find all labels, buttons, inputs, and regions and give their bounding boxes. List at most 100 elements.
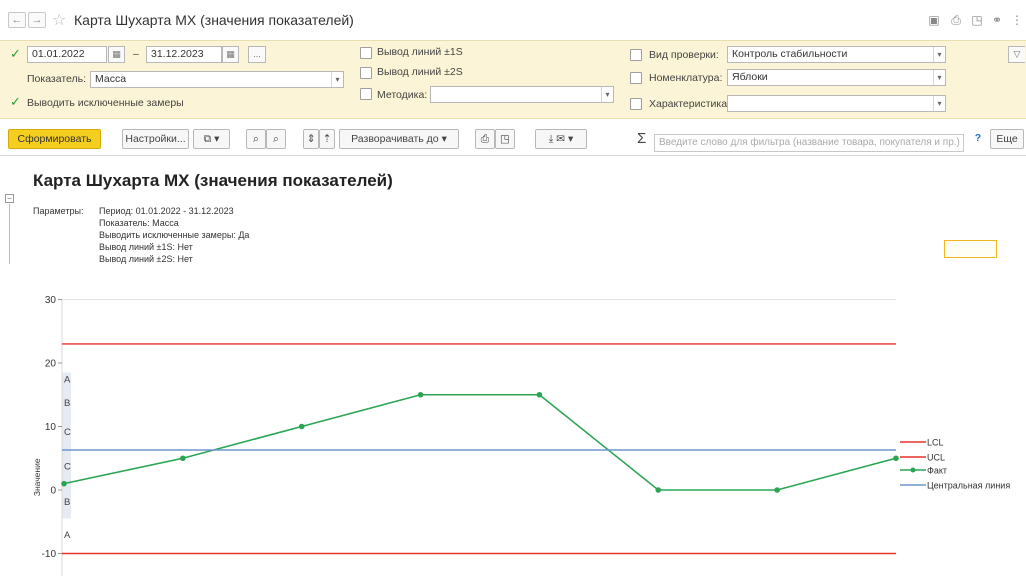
settings-button[interactable]: Настройки... [122,129,189,149]
funnel-icon: ▽ [1013,49,1021,59]
date-separator: – [133,48,139,60]
search-icon: ⌕ [253,133,259,145]
expand-to-button[interactable]: Разворачивать до ▾ [339,129,459,149]
method-field[interactable]: ▾ [430,86,614,103]
arrow-left-icon: ← [11,14,23,26]
exclude-checkbox[interactable]: ✓ [10,95,22,108]
data-point [61,480,67,487]
more-button[interactable]: Еще [990,129,1024,149]
chevron-down-icon[interactable]: ▾ [933,96,945,111]
zone-label: C [64,461,71,472]
print-preview-button[interactable]: ◳ [495,129,515,149]
control-chart: -10 0 10 20 30 Значение A B C C B A LCL UCL Факт Центра… [32,295,1010,576]
generate-button[interactable]: Сформировать [8,129,101,149]
data-point [893,455,899,462]
y-tick-label: -10 [42,549,57,560]
find-button[interactable]: ⌕ [246,129,266,149]
check-type-value: Контроль стабильности [732,48,848,60]
check-type-checkbox[interactable] [630,49,642,61]
expand-icon: ⇕ [306,133,316,145]
report-area: − Карта Шухарта MX (значения показателей… [0,156,1026,576]
legend-label: LCL [927,438,944,448]
y-tick-label: 30 [45,295,57,306]
indicator-value: Масса [95,73,127,85]
export-button[interactable]: ⤓ ✉ ▾ [535,129,587,149]
date-to-value: 31.12.2023 [151,48,204,60]
search-next-icon: ⌕ [273,133,279,145]
print-button[interactable]: ⎙ [475,129,495,149]
lines1s-label: Вывод линий ±1S [377,46,463,58]
check-type-label: Вид проверки: [649,49,719,61]
y-tick-label: 0 [50,486,56,497]
legend-label: Центральная линия [927,481,1010,491]
filter-panel: ✓ 01.01.2022 ▦ – 31.12.2023 ▦ ... Показа… [0,40,1026,119]
data-point [774,487,780,493]
more-vert-icon[interactable]: ⋮ [1010,13,1024,27]
indicator-field[interactable]: Масса ▾ [90,71,344,88]
preview-icon: ◳ [500,133,510,145]
zone-label: A [64,530,71,541]
data-point [298,423,305,430]
variants-icon: ⧉ ▾ [203,133,220,145]
download-icon: ⤓ ✉ ▾ [548,133,574,145]
variants-button[interactable]: ⧉ ▾ [193,129,230,149]
y-tick-label: 10 [45,422,57,433]
save-icon[interactable]: ▣ [927,13,941,27]
y-tick-label: 20 [45,359,57,370]
chevron-down-icon[interactable]: ▾ [933,47,945,62]
lines2s-checkbox[interactable] [360,67,372,79]
y-axis-label: Значение [32,458,42,496]
printer-icon: ⎙ [480,133,490,145]
calendar-to-button[interactable]: ▦ [222,46,239,63]
expand-all-button[interactable]: ⇕ [303,129,319,149]
data-point [417,391,424,398]
calendar-icon: ▦ [226,49,235,59]
data-point [180,455,186,462]
nomenclature-label: Номенклатура: [649,72,723,84]
date-to-field[interactable]: 31.12.2023 [146,46,222,63]
characteristic-label: Характеристика: [649,98,730,110]
search-input[interactable]: Введите слово для фильтра (название това… [654,134,964,152]
star-icon[interactable]: ☆ [52,10,66,30]
link-icon[interactable]: ⚭ [990,13,1004,27]
lines1s-checkbox[interactable] [360,47,372,59]
print-icon[interactable]: ⎙ [949,13,963,27]
legend-label: UCL [927,453,945,463]
method-checkbox[interactable] [360,88,372,100]
collapse-all-button[interactable]: ⇡ [319,129,335,149]
expand-to-label: Разворачивать до [351,133,439,145]
chevron-down-icon[interactable]: ▾ [601,87,613,102]
period-select-button[interactable]: ... [248,46,266,63]
characteristic-checkbox[interactable] [630,98,642,110]
zone-label: B [64,497,70,508]
chevron-down-icon[interactable]: ▾ [933,70,945,85]
filter-button[interactable]: ▽ [1008,46,1025,63]
arrow-right-icon: → [31,14,43,26]
help-button[interactable]: ? [970,129,986,149]
calendar-icon: ▦ [112,49,121,59]
nomenclature-checkbox[interactable] [630,72,642,84]
indicator-label: Показатель: [27,73,87,85]
date-from-field[interactable]: 01.01.2022 [27,46,107,63]
chevron-down-icon[interactable]: ▾ [331,72,343,87]
calendar-from-button[interactable]: ▦ [108,46,125,63]
nomenclature-field[interactable]: Яблоки ▾ [727,69,946,86]
legend-marker [910,467,916,473]
sum-icon[interactable]: Σ [637,130,646,147]
period-checkbox[interactable]: ✓ [10,47,22,60]
legend-label: Факт [927,466,947,476]
forward-button[interactable]: → [28,12,46,28]
find-next-button[interactable]: ⌕ [266,129,286,149]
exclude-label: Выводить исключенные замеры [27,97,184,109]
window-title: Карта Шухарта MX (значения показателей) [74,12,354,28]
title-bar: ← → ☆ Карта Шухарта MX (значения показат… [0,0,1026,40]
data-point [536,391,543,398]
check-type-field[interactable]: Контроль стабильности ▾ [727,46,946,63]
characteristic-field[interactable]: ▾ [727,95,946,112]
lines2s-label: Вывод линий ±2S [377,66,463,78]
collapse-icon: ⇡ [322,133,332,145]
preview-icon[interactable]: ◳ [970,13,984,27]
back-button[interactable]: ← [8,12,26,28]
nomenclature-value: Яблоки [732,71,768,83]
data-point [655,487,662,493]
